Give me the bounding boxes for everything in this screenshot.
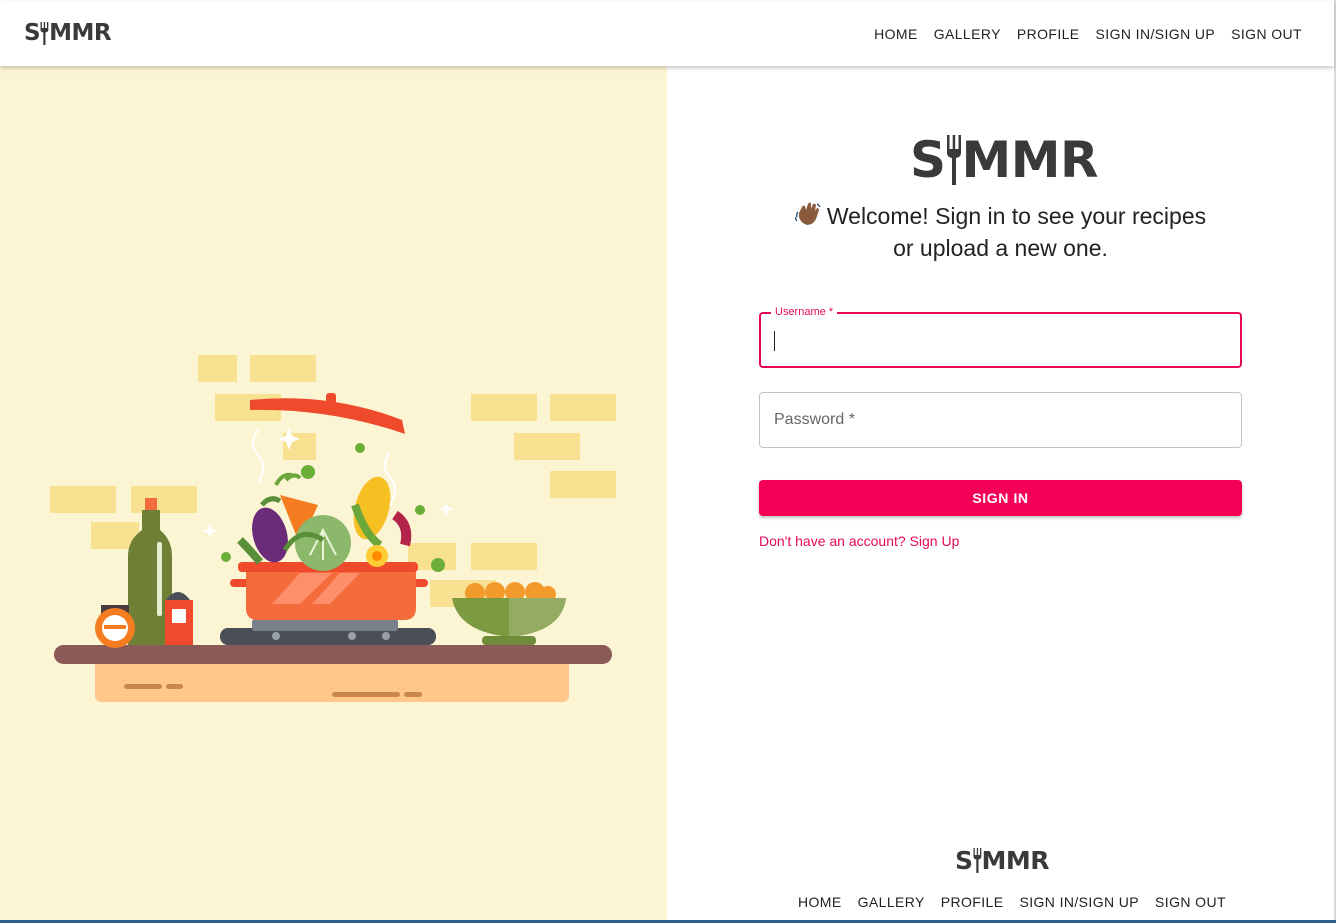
username-label: Username * <box>771 306 838 318</box>
welcome-message: Welcome! Sign in to see your recipes or … <box>667 200 1334 264</box>
nav-gallery[interactable]: GALLERY <box>926 20 1009 48</box>
footer-brand-logo[interactable]: S MMR <box>955 846 1050 875</box>
nav-signout[interactable]: SIGN OUT <box>1223 20 1310 48</box>
header-nav: HOME GALLERY PROFILE SIGN IN/SIGN UP SIG… <box>866 20 1310 48</box>
brand-logo-suffix: MMR <box>49 20 112 46</box>
nav-signin-signup[interactable]: SIGN IN/SIGN UP <box>1088 20 1224 48</box>
text-caret <box>774 331 775 351</box>
password-placeholder: Password * <box>774 411 855 428</box>
illustration-panel <box>0 66 667 921</box>
nav-home[interactable]: HOME <box>866 20 926 48</box>
footer-logo-suffix: MMR <box>981 846 1050 875</box>
form-logo-prefix: S <box>910 131 946 189</box>
footer-logo-prefix: S <box>955 846 973 875</box>
brand-logo[interactable]: S MMR <box>24 20 112 46</box>
sign-up-link[interactable]: Don't have an account? Sign Up <box>759 533 959 549</box>
top-navbar: S MMR HOME GALLERY PROFILE SIGN IN/SIGN … <box>0 1 1334 66</box>
footer-nav-gallery[interactable]: GALLERY <box>850 890 933 914</box>
waving-hand-icon <box>794 202 821 225</box>
footer-nav: HOME GALLERY PROFILE SIGN IN/SIGN UP SIG… <box>790 890 1234 914</box>
fork-icon <box>973 848 981 873</box>
fork-icon <box>946 135 961 185</box>
cooking-pot-illustration <box>50 355 616 702</box>
footer-nav-signin-signup[interactable]: SIGN IN/SIGN UP <box>1011 890 1147 914</box>
form-logo-suffix: MMR <box>961 131 1099 189</box>
password-field[interactable]: Password * <box>759 392 1242 448</box>
brand-logo-prefix: S <box>24 20 41 46</box>
sign-in-button[interactable]: SIGN IN <box>759 480 1242 516</box>
footer-nav-profile[interactable]: PROFILE <box>933 890 1012 914</box>
welcome-line-2: or upload a new one. <box>893 235 1108 261</box>
footer-nav-home[interactable]: HOME <box>790 890 850 914</box>
fork-icon <box>40 22 49 45</box>
footer-nav-signout[interactable]: SIGN OUT <box>1147 890 1234 914</box>
welcome-line-1: Welcome! Sign in to see your recipes <box>826 203 1207 229</box>
form-brand-logo: S MMR <box>910 131 1099 195</box>
username-field[interactable]: Username * <box>759 306 1242 368</box>
nav-profile[interactable]: PROFILE <box>1009 20 1088 48</box>
